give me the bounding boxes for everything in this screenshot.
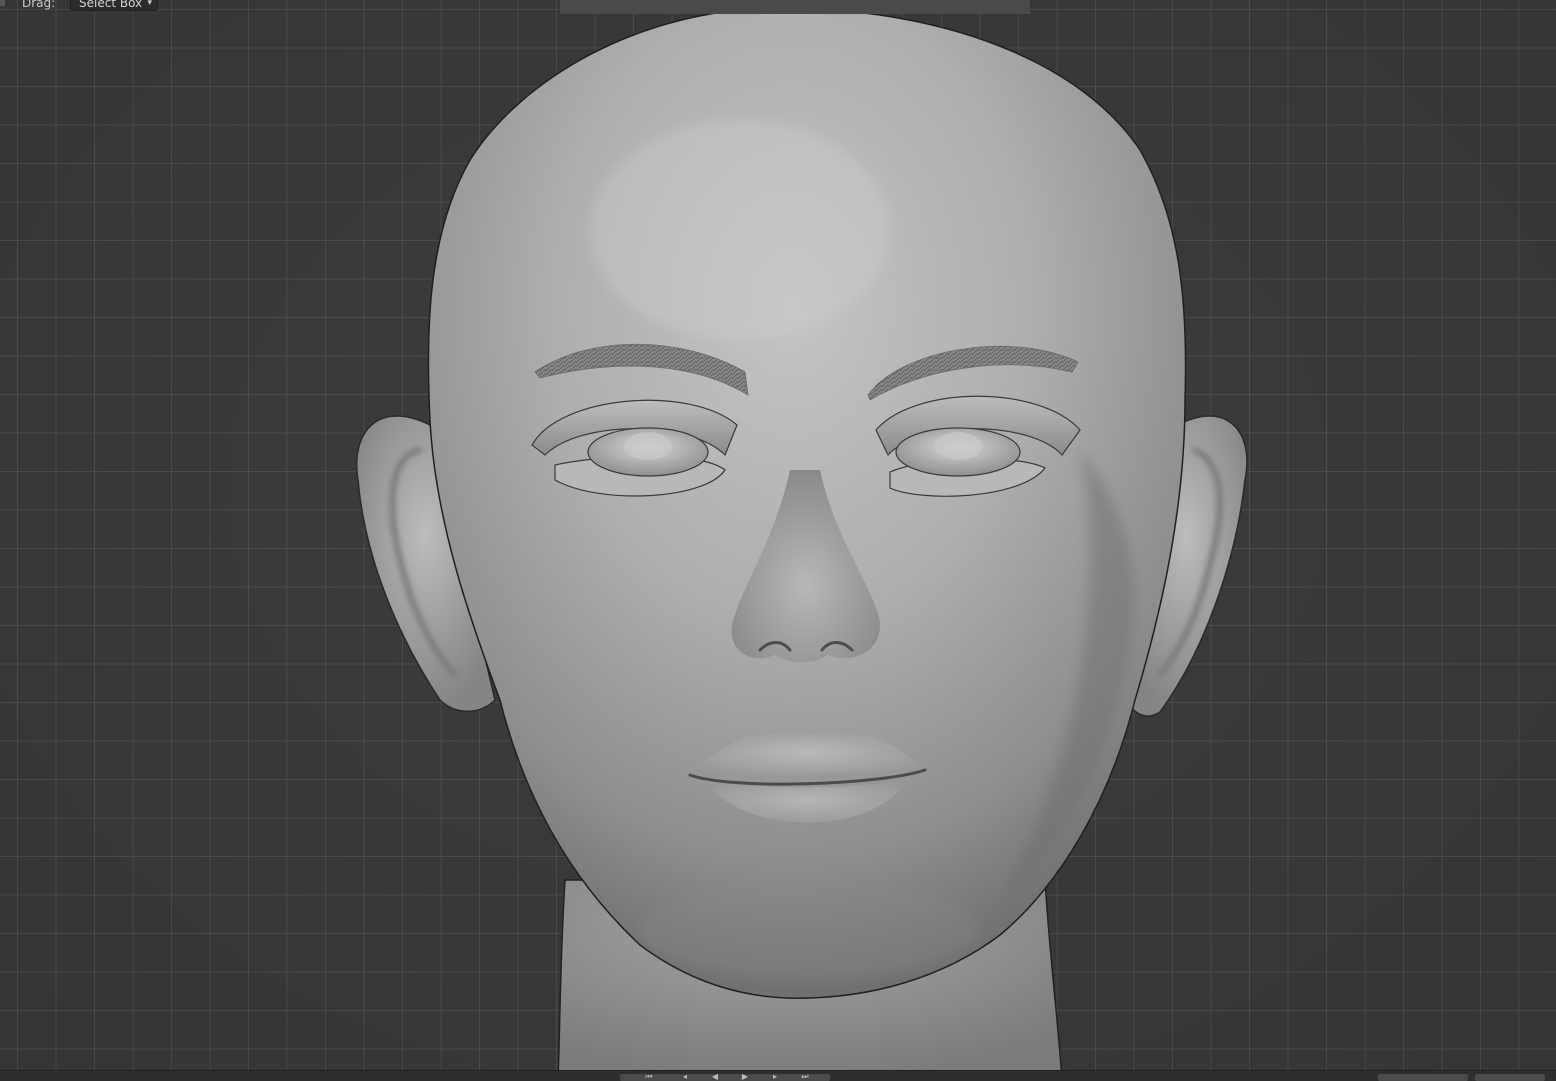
header-center-bar	[560, 0, 1030, 14]
timeline-bar[interactable]: ⏮ ◂ ◀ ▶ ▸ ⏭	[0, 1070, 1556, 1081]
chevron-down-icon: ▾	[147, 0, 152, 8]
select-box-dropdown[interactable]: Select Box ▾	[70, 0, 158, 11]
drag-label: Drag:	[22, 0, 56, 10]
head-mesh[interactable]	[0, 0, 1556, 1080]
header-edge-handle[interactable]	[0, 0, 5, 6]
select-box-label: Select Box	[79, 0, 143, 10]
viewport-header: Drag: Select Box ▾	[0, 0, 1556, 14]
